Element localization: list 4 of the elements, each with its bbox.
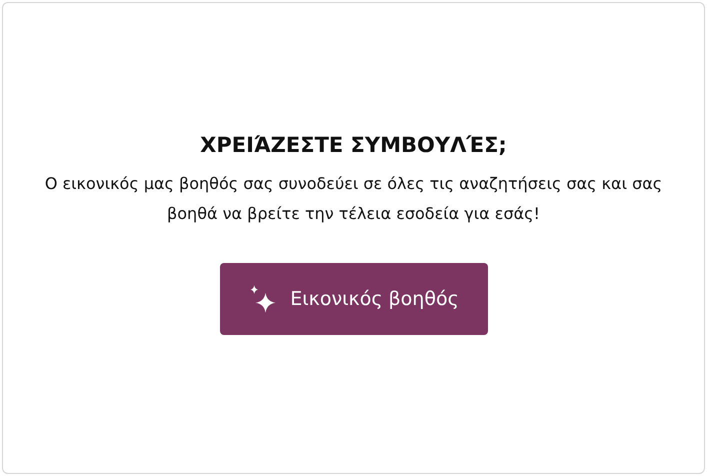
- description: Ο εικονικός μας βοηθός σας συνοδεύει σε όλες τις αναζητήσεις σας και σας βοηθά να βρείτε την τέλεια εσοδεία για εσάς!: [44, 173, 664, 225]
- assistant-button[interactable]: Εικονικός βοηθός: [220, 263, 488, 335]
- sparkle-icon: [248, 284, 278, 314]
- heading: ΧΡΕΙΆΖΕΣΤΕ ΣΥΜΒΟΥΛΈΣ;: [200, 133, 507, 157]
